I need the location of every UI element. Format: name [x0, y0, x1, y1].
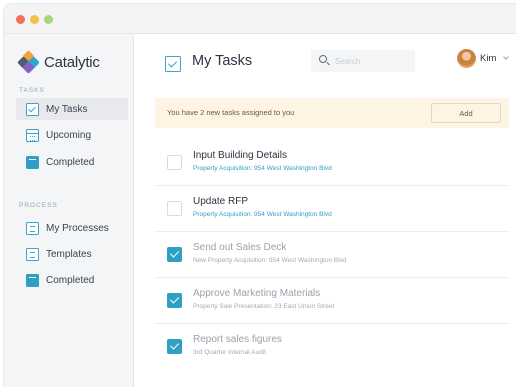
add-button[interactable]: Add [431, 103, 501, 123]
archive-box-icon [26, 155, 39, 169]
task-subtitle[interactable]: 3rd Quarter Internal Audit [193, 349, 266, 356]
list-icon [26, 221, 39, 235]
section-label-process: PROCESS [19, 202, 58, 209]
minimize-window-button[interactable] [30, 15, 39, 24]
sidebar-item-label: Upcoming [46, 129, 92, 141]
sidebar-item-upcoming[interactable]: Upcoming [16, 124, 128, 146]
banner-text: You have 2 new tasks assigned to you [167, 108, 295, 117]
sidebar-item-label: My Processes [46, 222, 109, 234]
sidebar-item-label: Completed [46, 274, 95, 286]
task-checkbox[interactable] [167, 155, 182, 170]
sidebar-item-label: My Tasks [46, 103, 88, 115]
sidebar-item-my-processes[interactable]: My Processes [16, 217, 128, 239]
my-tasks-icon [165, 56, 181, 72]
section-label-tasks: TASKS [19, 87, 45, 94]
task-subtitle[interactable]: Property Acquisition: 954 West Washingto… [193, 165, 332, 172]
sidebar: Catalytic TASKS My Tasks Upcoming Comple… [4, 34, 134, 387]
task-row[interactable]: Send out Sales Deck New Property Acquisi… [155, 232, 509, 278]
task-title[interactable]: Input Building Details [193, 150, 287, 161]
task-row[interactable]: Input Building Details Property Acquisit… [155, 140, 509, 186]
task-subtitle[interactable]: Property Acquisition: 954 West Washingto… [193, 211, 332, 218]
chevron-down-icon[interactable] [503, 54, 509, 60]
task-title[interactable]: Approve Marketing Materials [193, 288, 320, 299]
page-title: My Tasks [192, 53, 253, 69]
search-box[interactable] [311, 50, 415, 72]
title-bar [4, 4, 516, 34]
search-icon [319, 55, 327, 63]
task-row[interactable]: Approve Marketing Materials Property Sal… [155, 278, 509, 324]
task-checkbox[interactable] [167, 201, 182, 216]
close-window-button[interactable] [16, 15, 25, 24]
task-checkbox-checked[interactable] [167, 339, 182, 354]
template-icon [26, 247, 39, 261]
app-window: Catalytic TASKS My Tasks Upcoming Comple… [4, 4, 516, 387]
sidebar-item-my-tasks[interactable]: My Tasks [16, 98, 128, 120]
task-subtitle[interactable]: Property Sale Presentation: 23 East Unio… [193, 303, 334, 310]
task-row[interactable]: Update RFP Property Acquisition: 954 Wes… [155, 186, 509, 232]
brand[interactable]: Catalytic [17, 50, 100, 74]
task-checkbox-checked[interactable] [167, 293, 182, 308]
task-title[interactable]: Send out Sales Deck [193, 242, 286, 253]
task-title[interactable]: Report sales figures [193, 334, 282, 345]
task-check-icon [26, 102, 39, 116]
user-name[interactable]: Kim [480, 53, 496, 64]
task-checkbox-checked[interactable] [167, 247, 182, 262]
sidebar-item-templates[interactable]: Templates [16, 243, 128, 265]
sidebar-item-label: Completed [46, 156, 95, 168]
sidebar-item-label: Templates [46, 248, 92, 260]
avatar[interactable] [457, 49, 476, 68]
search-input[interactable] [335, 53, 411, 69]
notification-banner: You have 2 new tasks assigned to you Add [155, 98, 509, 128]
brand-name: Catalytic [44, 53, 100, 71]
sidebar-item-completed-processes[interactable]: Completed [16, 269, 128, 291]
sidebar-item-completed-tasks[interactable]: Completed [16, 151, 128, 173]
task-subtitle[interactable]: New Property Acquisition: 954 West Washi… [193, 257, 347, 264]
main-content: My Tasks Kim You have 2 new tasks assign… [135, 34, 516, 387]
task-title[interactable]: Update RFP [193, 196, 248, 207]
task-row[interactable]: Report sales figures 3rd Quarter Interna… [155, 324, 509, 370]
calendar-icon [26, 128, 39, 142]
archive-box-icon [26, 273, 39, 287]
maximize-window-button[interactable] [44, 15, 53, 24]
catalytic-logo-icon [17, 50, 40, 74]
